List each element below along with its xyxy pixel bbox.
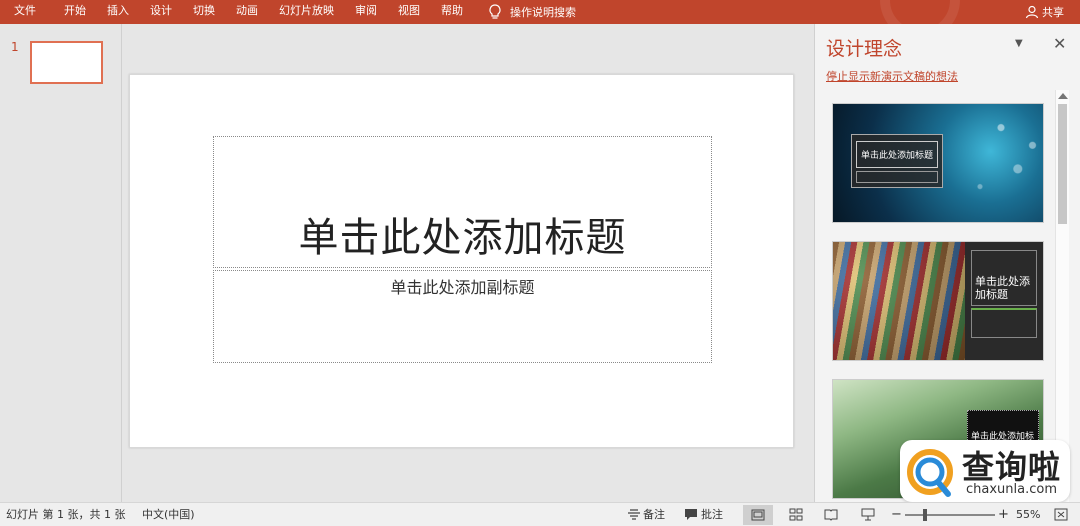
fit-to-window-icon[interactable]: [1054, 508, 1068, 521]
card-title-text: 单击此处添加标题: [856, 141, 938, 168]
tab-file[interactable]: 文件: [14, 0, 36, 24]
zoom-slider[interactable]: [905, 514, 995, 516]
notes-icon: [628, 509, 640, 520]
tell-me-search[interactable]: 操作说明搜索: [488, 0, 576, 24]
card-title-box: 单击此处添加标题: [851, 134, 943, 188]
slideshow-icon[interactable]: [861, 508, 875, 521]
design-ideas-pane: 设计理念 ▼ ✕ 停止显示新演示文稿的想法 单击此处添加标题 单击此处添加标题 …: [814, 24, 1080, 502]
ribbon-decoration: [880, 0, 960, 24]
notes-button[interactable]: 备注: [643, 503, 665, 526]
tab-animations[interactable]: 动画: [236, 0, 258, 24]
slide-count: 幻灯片 第 1 张，共 1 张: [6, 508, 126, 521]
close-icon[interactable]: ✕: [1053, 34, 1066, 53]
tab-design[interactable]: 设计: [150, 0, 172, 24]
card-subtitle-box: [856, 171, 938, 183]
normal-view-button[interactable]: [743, 505, 773, 525]
card-subtitle-box: [971, 308, 1037, 338]
comment-icon: [685, 509, 697, 520]
slide-editor-canvas: 单击此处添加标题 单击此处添加副标题: [123, 24, 813, 502]
scrollbar-thumb[interactable]: [1058, 104, 1067, 224]
subtitle-placeholder[interactable]: 单击此处添加副标题: [213, 270, 712, 363]
reading-view-icon[interactable]: [824, 508, 838, 521]
subtitle-placeholder-text: 单击此处添加副标题: [390, 278, 535, 297]
stop-showing-ideas-link[interactable]: 停止显示新演示文稿的想法: [826, 68, 958, 84]
design-pane-title: 设计理念: [826, 38, 903, 60]
title-placeholder-text: 单击此处添加标题: [298, 215, 627, 261]
thumbnail-number: 1: [11, 40, 19, 54]
tab-view[interactable]: 视图: [398, 0, 420, 24]
status-bar: 幻灯片 第 1 张，共 1 张 中文(中国) 备注 批注 − + 55%: [0, 502, 1080, 526]
watermark-brand-en: chaxunla.com: [966, 482, 1057, 497]
tab-transitions[interactable]: 切换: [193, 0, 215, 24]
zoom-slider-knob[interactable]: [923, 509, 927, 521]
slide-thumbnail[interactable]: [30, 41, 103, 84]
tab-slideshow[interactable]: 幻灯片放映: [279, 0, 334, 24]
pencils-background: [833, 242, 965, 360]
zoom-level[interactable]: 55%: [1016, 503, 1040, 526]
slide-sorter-icon[interactable]: [789, 508, 803, 521]
tell-me-label: 操作说明搜索: [510, 6, 576, 19]
tab-help[interactable]: 帮助: [441, 0, 463, 24]
watermark: 查询啦 chaxunla.com: [900, 440, 1070, 502]
zoom-in-button[interactable]: +: [998, 503, 1009, 526]
person-icon: [1025, 5, 1039, 19]
title-placeholder[interactable]: 单击此处添加标题: [213, 136, 712, 268]
pane-options-icon[interactable]: ▼: [1015, 38, 1023, 49]
design-idea-card-1[interactable]: 单击此处添加标题: [832, 103, 1044, 223]
scroll-up-arrow-icon[interactable]: [1058, 93, 1068, 99]
tab-review[interactable]: 审阅: [355, 0, 377, 24]
tab-home[interactable]: 开始: [64, 0, 86, 24]
tab-insert[interactable]: 插入: [107, 0, 129, 24]
share-button[interactable]: 共享: [1025, 0, 1064, 24]
lightbulb-icon: [489, 4, 501, 19]
normal-view-icon: [751, 509, 765, 521]
language-indicator[interactable]: 中文(中国): [142, 503, 195, 526]
ribbon-tab-bar: 文件 开始 插入 设计 切换 动画 幻灯片放映 审阅 视图 帮助 操作说明搜索 …: [0, 0, 1080, 24]
comments-button[interactable]: 批注: [701, 503, 723, 526]
slide[interactable]: 单击此处添加标题 单击此处添加副标题: [129, 74, 794, 448]
share-label: 共享: [1042, 6, 1064, 19]
slide-thumbnail-pane: 1: [0, 24, 122, 502]
magnifier-logo-icon: [907, 449, 953, 497]
card-title-text: 单击此处添加标题: [971, 250, 1037, 306]
zoom-out-button[interactable]: −: [891, 503, 902, 526]
design-idea-card-2[interactable]: 单击此处添加标题: [832, 241, 1044, 361]
